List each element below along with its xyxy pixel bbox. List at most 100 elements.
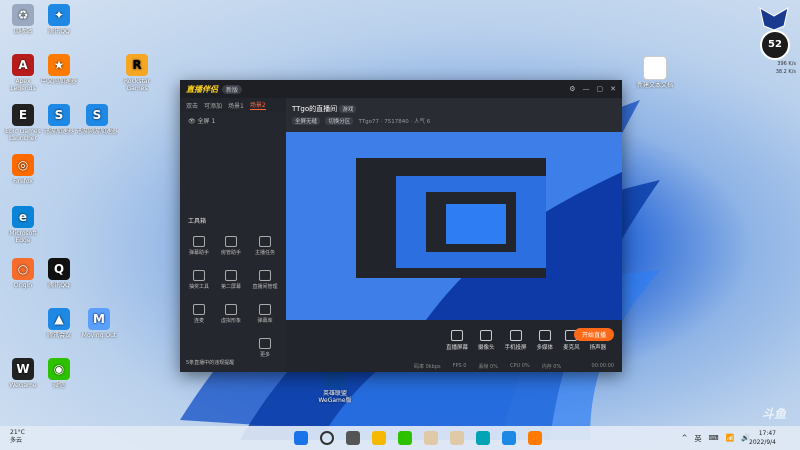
tool-icon (225, 270, 237, 281)
meeting-icon: ▲ (48, 308, 70, 330)
control-bar: 直播屏幕 摄像头 手机投屏 多媒体 麦克风 扬声器 (286, 320, 622, 360)
eye-icon[interactable]: 👁 (188, 118, 196, 125)
maximize-icon[interactable]: ▢ (597, 85, 604, 93)
app-icon[interactable] (398, 431, 412, 445)
tab-2[interactable]: 场景1 (228, 101, 244, 110)
desktop-icon-qq[interactable]: ✦ 腾讯QQ (38, 4, 80, 42)
tool-5[interactable]: 直播间管理 (250, 270, 280, 290)
input-method[interactable]: 英 (694, 434, 701, 444)
tool-7[interactable]: 虚拟形象 (216, 304, 246, 324)
app-icon[interactable] (502, 431, 516, 445)
fps: FPS 0 (452, 363, 467, 369)
qq-icon: Q (48, 258, 70, 280)
cpu-usage: CPU 0% (510, 363, 530, 369)
desktop-icon-textfile[interactable]: 新建文本文档 (634, 56, 676, 96)
desktop-icon-accelerator[interactable]: ★ 中文网加速器 (38, 54, 80, 92)
room-header: TTgo的直播间 游戏 全屏无缝 切换分区 TTgo77 · 7517840 ·… (286, 98, 622, 132)
clock[interactable]: 17:47 2022/9/4 (749, 429, 776, 447)
app-icon: ✦ (48, 4, 70, 26)
game-icon: M (88, 308, 110, 330)
violation-notice[interactable]: 5条直播中的违规提醒 (186, 359, 234, 366)
tool-icon (259, 338, 271, 349)
preview-recursive-capture (286, 132, 622, 320)
version-badge[interactable]: 新版 (222, 84, 243, 94)
live-timer: 00:00:00 (591, 363, 614, 369)
tool-icon (225, 304, 237, 315)
tools-header: 工具箱 (188, 218, 207, 225)
tool-1[interactable]: 房管助手 (216, 236, 246, 256)
scene-source[interactable]: 👁 全屏 1 (180, 112, 286, 129)
app-icon: S (48, 104, 70, 126)
go-live-button[interactable]: 开始直播 (573, 328, 614, 341)
douyu-watermark: 斗鱼 (761, 407, 786, 421)
app-icon: ★ (48, 54, 70, 76)
stream-preview[interactable] (286, 132, 622, 320)
room-tag[interactable]: 游戏 (339, 105, 357, 113)
tool-icon (193, 304, 205, 315)
task-view-icon[interactable] (346, 431, 360, 445)
search-icon[interactable] (320, 431, 334, 445)
live-app-icon[interactable] (528, 431, 542, 445)
desktop-icon-qq2[interactable]: Q 腾讯QQ (38, 258, 80, 296)
switch-category-pill[interactable]: 切换分区 (325, 117, 354, 125)
wechat-icon: ◉ (48, 358, 70, 380)
rockstar-icon: R (126, 54, 148, 76)
desktop-icon-moving-out[interactable]: M Moving Out (78, 308, 120, 346)
category-pill[interactable]: 全屏无缝 (292, 117, 321, 125)
phone-cast-button[interactable]: 手机投屏 (505, 329, 527, 351)
live-streaming-app-window[interactable]: 直播伴侣 新版 ⚙ — ▢ ✕ 双击 可添加 场景1 场景2 👁 全屏 1 工具… (180, 80, 622, 372)
desktop-icon-meeting[interactable]: ▲ 腾讯会议 (38, 308, 80, 346)
apex-icon: A (12, 54, 34, 76)
tool-2[interactable]: 主播任务 (250, 236, 280, 256)
desktop-icon-wechat[interactable]: ◉ 微信 (38, 358, 80, 396)
minimize-icon[interactable]: — (583, 85, 590, 93)
title-bar: 直播伴侣 新版 ⚙ — ▢ ✕ (180, 80, 622, 98)
tool-0[interactable]: 弹幕助手 (184, 236, 214, 256)
desktop-icon-rockstar[interactable]: R Rockstar Games (116, 54, 158, 92)
status-bar: 码率 0kbps FPS 0 丢帧 0% CPU 0% 内存 0% 00:00:… (286, 360, 622, 372)
desktop-icon-xunyou[interactable]: S 迅游加速器 (38, 104, 80, 142)
edge-icon: e (12, 206, 34, 228)
keyboard-icon[interactable]: ⌨ (708, 434, 718, 444)
camera-button[interactable]: 摄像头 (478, 329, 495, 351)
room-title: TTgo的直播间 (292, 105, 338, 113)
memory-usage: 内存 0% (541, 363, 562, 370)
wegame-icon: W (12, 358, 34, 380)
screen-capture-button[interactable]: 直播屏幕 (446, 329, 468, 351)
app-icon[interactable] (476, 431, 490, 445)
network-speed-widget[interactable]: 52 396 K/s 38.2 K/s (756, 6, 796, 78)
scene-tabs: 双击 可添加 场景1 场景2 (180, 98, 292, 112)
wifi-icon[interactable]: 📶 (726, 434, 735, 444)
epic-icon: E (12, 104, 34, 126)
tab-3[interactable]: 场景2 (249, 100, 266, 110)
firefox-icon: ◎ (12, 154, 34, 176)
file-explorer-icon[interactable] (372, 431, 386, 445)
tool-6[interactable]: 连麦 (184, 304, 214, 324)
tool-icon (259, 236, 271, 247)
desktop-icon-xunyou2[interactable]: S 迅游网游加速器 (76, 104, 118, 142)
tool-4[interactable]: 第二屏幕 (216, 270, 246, 290)
close-icon[interactable]: ✕ (610, 85, 616, 93)
start-icon[interactable] (294, 431, 308, 445)
desktop-icon-firefox[interactable]: ◎ Firefox (2, 154, 44, 192)
tool-8[interactable]: 弹幕库 (250, 304, 280, 324)
app-icon: S (86, 104, 108, 126)
tool-icon (193, 270, 205, 281)
tool-icon (259, 270, 271, 281)
system-tray: ^ 英 ⌨ 📶 🔊 (682, 434, 750, 444)
room-stats: TTgo77 · 7517840 · 人气 6 (358, 119, 431, 125)
weather-widget[interactable]: 21°C 多云 (10, 429, 25, 445)
desktop-icon-edge[interactable]: e Microsoft Edge (2, 206, 44, 244)
tray-expand-icon[interactable]: ^ (682, 434, 688, 444)
tool-3[interactable]: 抽奖工具 (184, 270, 214, 290)
settings-icon[interactable]: ⚙ (569, 85, 575, 93)
tool-icon (225, 236, 237, 247)
dropped-frames: 丢帧 0% (478, 363, 498, 370)
tab-0[interactable]: 双击 (186, 101, 198, 110)
media-button[interactable]: 多媒体 (537, 329, 553, 351)
app-icon[interactable] (450, 431, 464, 445)
tab-1[interactable]: 可添加 (204, 101, 222, 110)
tool-9[interactable]: 更多 (250, 338, 280, 358)
app-icon[interactable] (424, 431, 438, 445)
tool-icon (259, 304, 271, 315)
